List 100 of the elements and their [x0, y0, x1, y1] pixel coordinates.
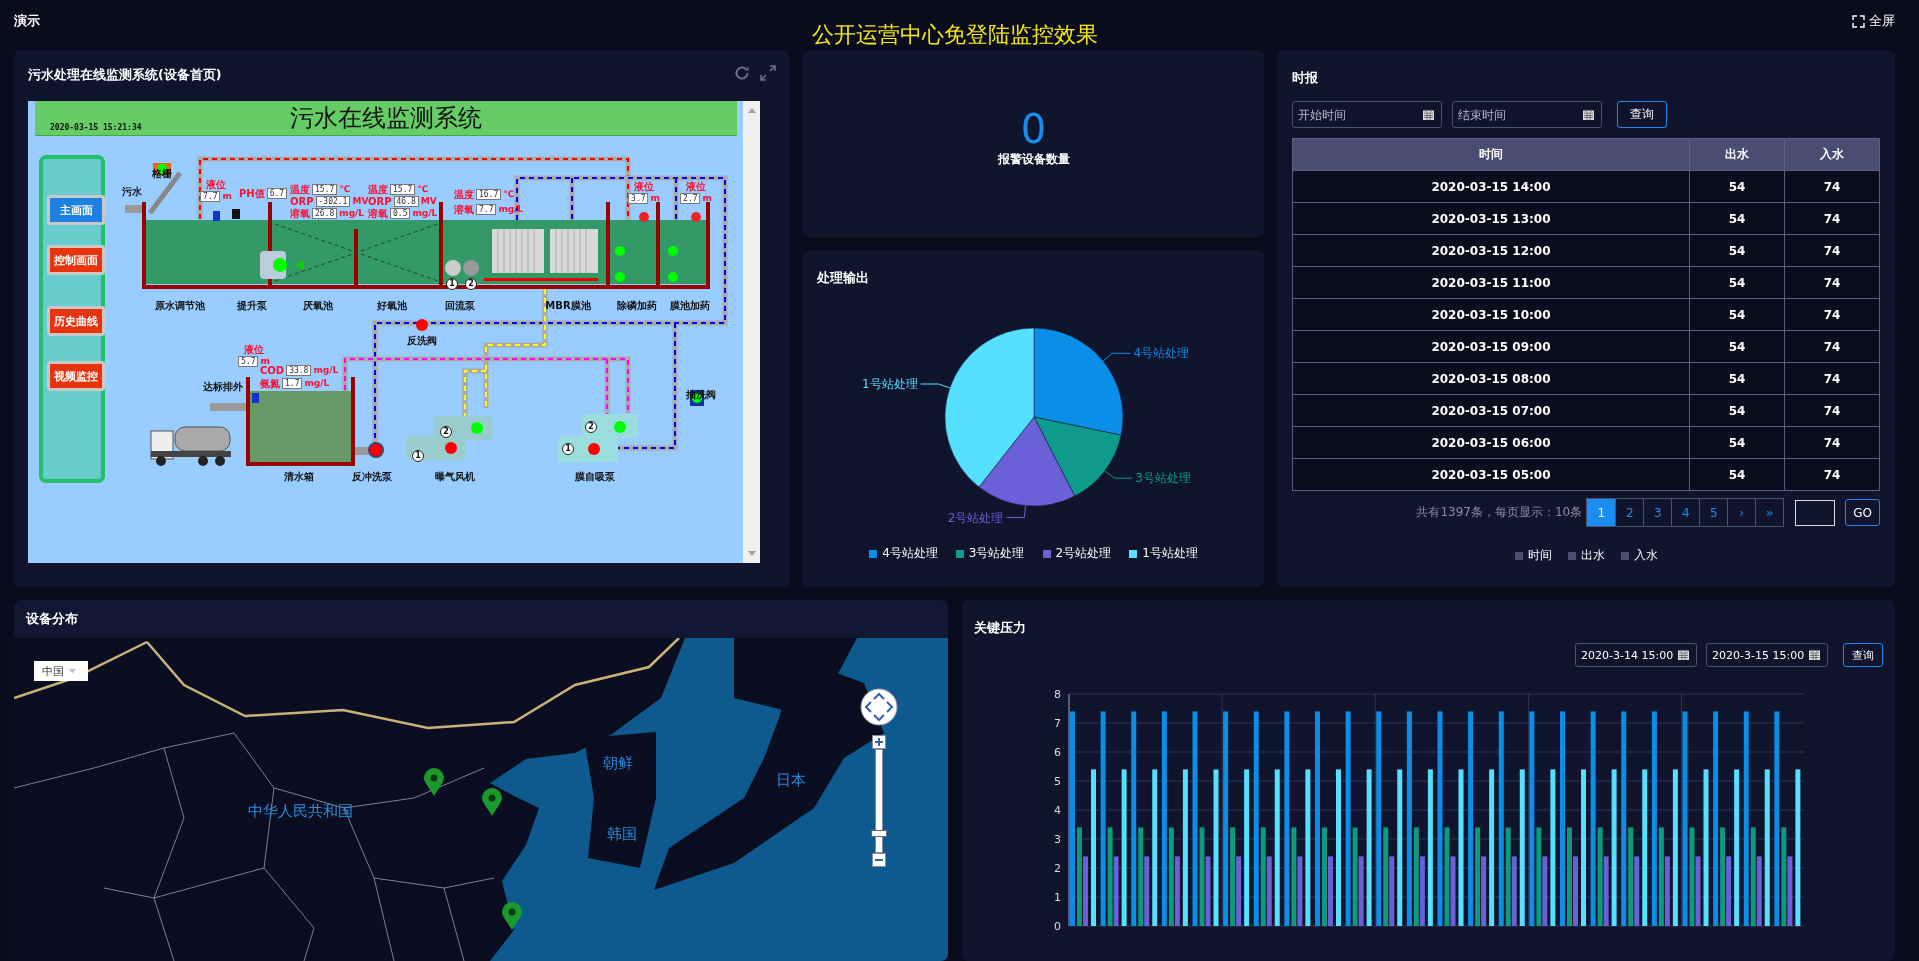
- page-button[interactable]: 4: [1671, 499, 1700, 526]
- map-pin-icon[interactable]: [482, 788, 502, 816]
- calendar-icon: [1809, 649, 1820, 660]
- legend-label[interactable]: 时间: [1527, 547, 1552, 564]
- axis-label: 8: [1054, 688, 1061, 701]
- zoom-in-icon[interactable]: [872, 735, 886, 749]
- slice-label: 3号站处理: [1135, 471, 1191, 486]
- table-cell: 54: [1689, 298, 1785, 331]
- equipment-label: 膜池加药: [670, 299, 710, 313]
- equipment-label: MBR膜池: [545, 299, 591, 313]
- axis-label: 0: [1054, 920, 1061, 933]
- fullscreen-button[interactable]: 全屏: [1852, 12, 1895, 30]
- axis-label: 7: [1054, 717, 1061, 730]
- reading-unit: mg/L: [412, 208, 438, 219]
- table-cell: 2020-03-15 07:00: [1292, 394, 1690, 427]
- table-cell: 74: [1784, 234, 1880, 267]
- nav-button[interactable]: 视频监控: [47, 361, 105, 391]
- reading-unit: mg/L: [304, 378, 330, 389]
- reading-label: 温度: [454, 189, 474, 200]
- page-button[interactable]: 5: [1699, 499, 1728, 526]
- reading-label: 液位: [244, 344, 264, 355]
- query-button[interactable]: 查询: [1617, 101, 1667, 128]
- panel-title: 处理输出: [816, 269, 870, 287]
- table-cell: 74: [1784, 298, 1880, 331]
- table-cell: 54: [1689, 202, 1785, 235]
- reading-value: 26.8: [312, 208, 338, 219]
- legend-label[interactable]: 入水: [1633, 547, 1658, 564]
- column-header: 入水: [1784, 138, 1880, 171]
- reading-label: 温度: [368, 184, 388, 195]
- reading-unit: ℃: [339, 184, 351, 195]
- expand-icon[interactable]: [760, 64, 776, 81]
- reading-value: 15.7: [312, 184, 338, 195]
- equipment-label: 污水: [122, 185, 142, 199]
- equipment-label: 提升泵: [237, 299, 267, 313]
- reading-value: 1.7: [282, 378, 303, 389]
- dashboard-title: 公开运营中心免登陆监控效果: [811, 21, 1098, 49]
- column-header: 出水: [1689, 138, 1785, 171]
- page-input[interactable]: [1795, 499, 1836, 526]
- start-date-field[interactable]: 2020-3-14 15:00: [1575, 643, 1697, 667]
- zoom-slider[interactable]: [872, 735, 886, 867]
- equipment-label: 好氧池: [377, 299, 407, 313]
- calendar-icon: [1678, 649, 1689, 660]
- map-label: 朝鲜: [603, 753, 633, 773]
- reading-unit: mg/L: [339, 208, 365, 219]
- query-button[interactable]: 查询: [1843, 643, 1883, 667]
- reading-value: 7.7: [476, 204, 497, 215]
- map-pin-icon[interactable]: [502, 902, 522, 930]
- legend-label[interactable]: 1号站处理: [1142, 545, 1198, 562]
- zoom-out-icon[interactable]: [872, 853, 886, 867]
- map-pin-icon[interactable]: [424, 768, 444, 796]
- pan-control-icon[interactable]: [860, 688, 898, 726]
- axis-label: 4: [1054, 804, 1061, 817]
- table-cell: 2020-03-15 12:00: [1292, 234, 1690, 267]
- refresh-icon[interactable]: [734, 64, 750, 81]
- reading-value: 3.7: [628, 193, 649, 204]
- reading-unit: mg/L: [313, 365, 339, 376]
- end-date-field[interactable]: 结束时间: [1452, 101, 1602, 128]
- reading-unit: MV: [420, 196, 437, 207]
- equipment-label: 除磷加药: [617, 299, 657, 313]
- next-page-button[interactable]: ›: [1727, 499, 1756, 526]
- legend-label[interactable]: 4号站处理: [882, 545, 938, 562]
- axis-label: 1: [1054, 891, 1061, 904]
- page-button[interactable]: 2: [1615, 499, 1644, 526]
- legend-label[interactable]: 3号站处理: [968, 545, 1025, 562]
- last-page-button[interactable]: »: [1755, 499, 1784, 526]
- reading-value: 16.7: [476, 189, 502, 200]
- table-cell: 74: [1784, 202, 1880, 235]
- legend-swatch: [1514, 551, 1523, 560]
- table-cell: 54: [1689, 426, 1785, 459]
- reading-unit: m: [702, 193, 712, 204]
- table-cell: 2020-03-15 08:00: [1292, 362, 1690, 395]
- equipment-label: 回流泵: [445, 299, 475, 313]
- region-select[interactable]: 中国: [34, 661, 88, 681]
- reading-value: 7.7: [200, 191, 221, 202]
- nav-button[interactable]: 主画面: [47, 195, 105, 225]
- start-date-field[interactable]: 开始时间: [1292, 101, 1442, 128]
- panel-title: 污水处理在线监测系统(设备首页): [28, 67, 222, 84]
- panel-title: 时报: [1292, 70, 1319, 87]
- slice-label: 1号站处理: [861, 376, 918, 391]
- reading-unit: m: [222, 191, 232, 202]
- table-cell: 54: [1689, 234, 1785, 267]
- reading-value: 5.7: [238, 356, 259, 367]
- legend-swatch: [1567, 551, 1576, 560]
- nav-button[interactable]: 历史曲线: [47, 306, 105, 336]
- panel-title: 设备分布: [26, 610, 78, 628]
- legend-label[interactable]: 出水: [1580, 547, 1605, 564]
- equipment-label: 达标排外: [203, 380, 243, 394]
- legend-label[interactable]: 2号站处理: [1055, 545, 1112, 562]
- end-date-field[interactable]: 2020-3-15 15:00: [1706, 643, 1828, 667]
- slice-label: 4号站处理: [1133, 346, 1190, 361]
- map-area[interactable]: 中国 中华人民共和国 朝鲜 韩国 日本: [14, 638, 948, 961]
- zoom-handle[interactable]: [871, 830, 887, 838]
- page-button[interactable]: 3: [1643, 499, 1672, 526]
- reading-unit: m: [260, 356, 270, 366]
- table-cell: 2020-03-15 06:00: [1292, 426, 1690, 459]
- nav-button[interactable]: 控制画面: [47, 245, 105, 275]
- equipment-label: 格栅: [152, 167, 172, 181]
- go-button[interactable]: GO: [1845, 499, 1880, 526]
- reading-label: 温度: [290, 184, 310, 195]
- table-cell: 2020-03-15 11:00: [1292, 266, 1690, 299]
